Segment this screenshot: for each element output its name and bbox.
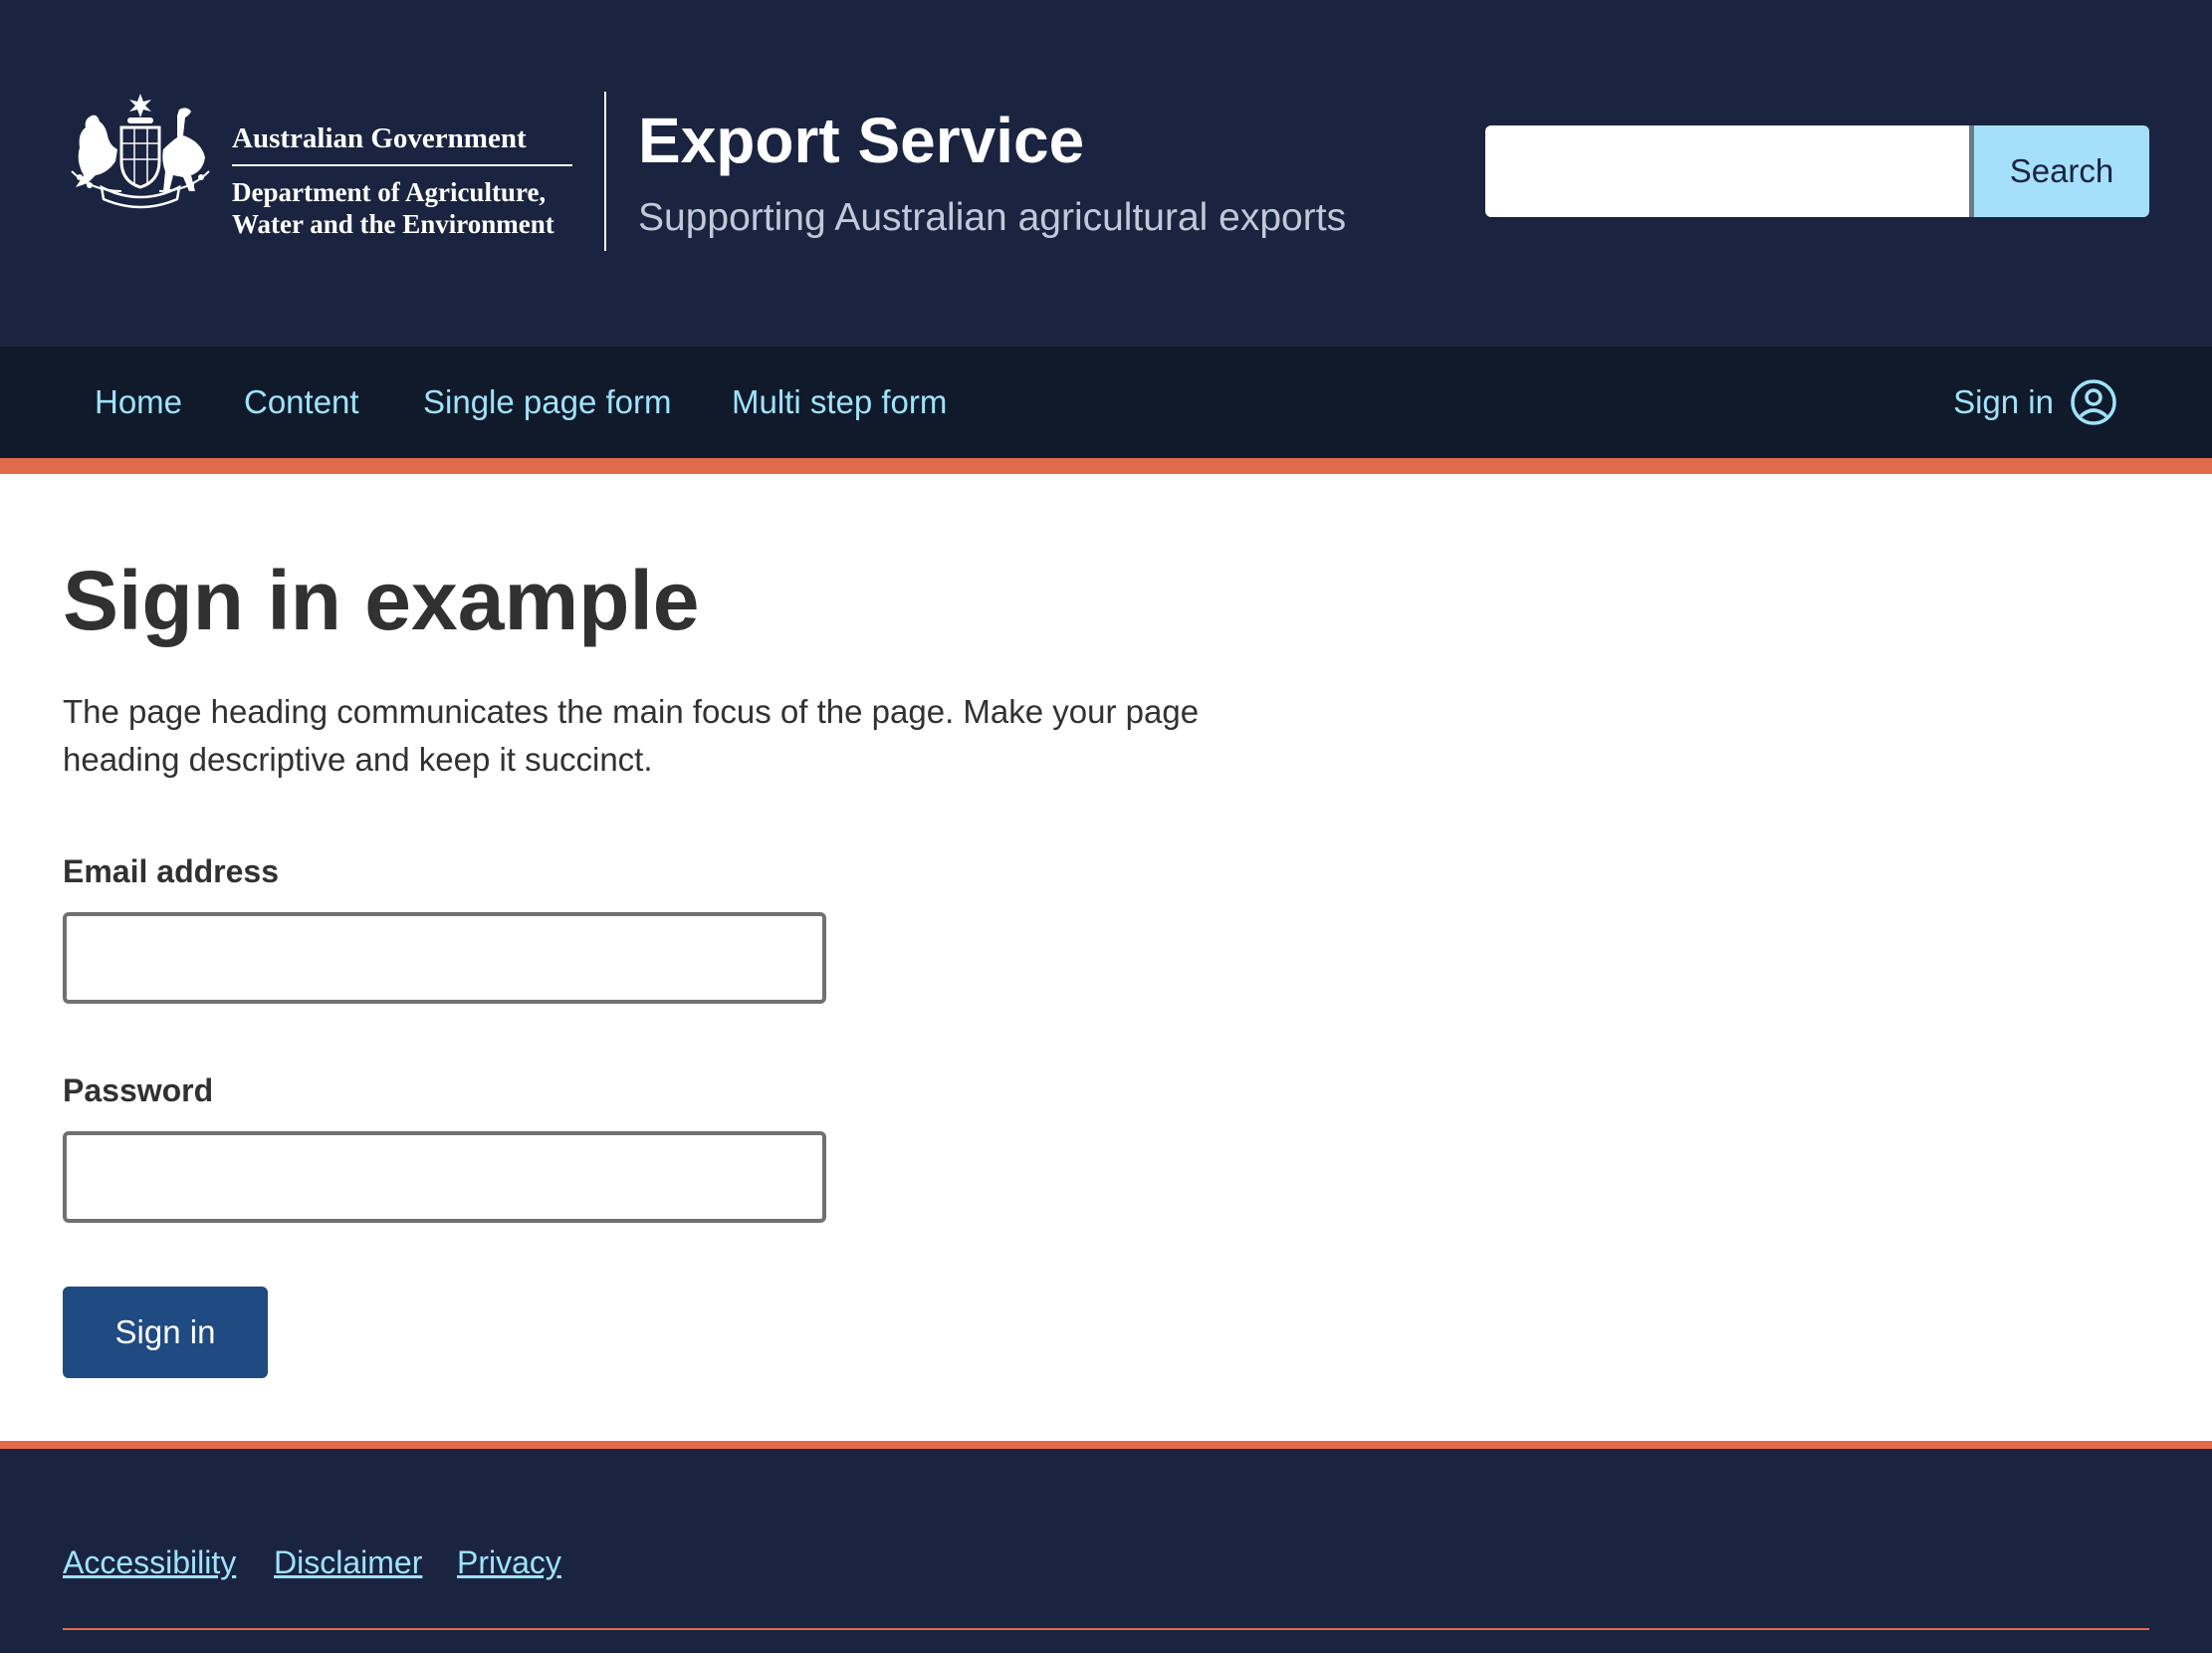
header-divider xyxy=(604,92,606,251)
footer-link-accessibility[interactable]: Accessibility xyxy=(63,1544,236,1581)
password-field[interactable] xyxy=(63,1131,826,1223)
coat-of-arms-icon xyxy=(71,94,210,209)
password-label: Password xyxy=(63,1072,214,1108)
government-name: Australian Government xyxy=(232,121,572,166)
nav-sign-in-link[interactable]: Sign in xyxy=(1953,347,2117,458)
nav-item-content[interactable]: Content xyxy=(244,347,359,458)
footer-link-disclaimer[interactable]: Disclaimer xyxy=(274,1544,422,1581)
footer-divider xyxy=(63,1628,2149,1630)
search-input[interactable] xyxy=(1485,125,1973,217)
sign-in-button[interactable]: Sign in xyxy=(63,1287,268,1378)
user-circle-icon xyxy=(2071,379,2116,425)
email-label: Email address xyxy=(63,853,279,889)
main-nav: Home Content Single page form Multi step… xyxy=(0,347,2212,458)
site-title[interactable]: Export Service xyxy=(638,103,1084,178)
nav-item-multi-step-form[interactable]: Multi step form xyxy=(732,347,947,458)
search-button[interactable]: Search xyxy=(1969,125,2149,217)
page-title: Sign in example xyxy=(63,554,700,647)
footer-link-privacy[interactable]: Privacy xyxy=(457,1544,561,1581)
nav-item-home[interactable]: Home xyxy=(95,347,182,458)
email-field[interactable] xyxy=(63,912,826,1004)
department-name-line1: Department of Agriculture, xyxy=(232,177,547,207)
header-accent-bar xyxy=(0,458,2212,474)
nav-sign-in-label: Sign in xyxy=(1953,383,2054,420)
nav-item-single-page-form[interactable]: Single page form xyxy=(423,347,671,458)
site-header: Australian Government Department of Agri… xyxy=(0,0,2212,347)
site-footer: Accessibility Disclaimer Privacy xyxy=(0,1449,2212,1653)
department-name-line2: Water and the Environment xyxy=(232,209,554,239)
intro-text: The page heading communicates the main f… xyxy=(63,693,1200,778)
site-subtitle: Supporting Australian agricultural expor… xyxy=(638,196,1347,239)
government-wordmark: Australian Government Department of Agri… xyxy=(232,121,572,240)
